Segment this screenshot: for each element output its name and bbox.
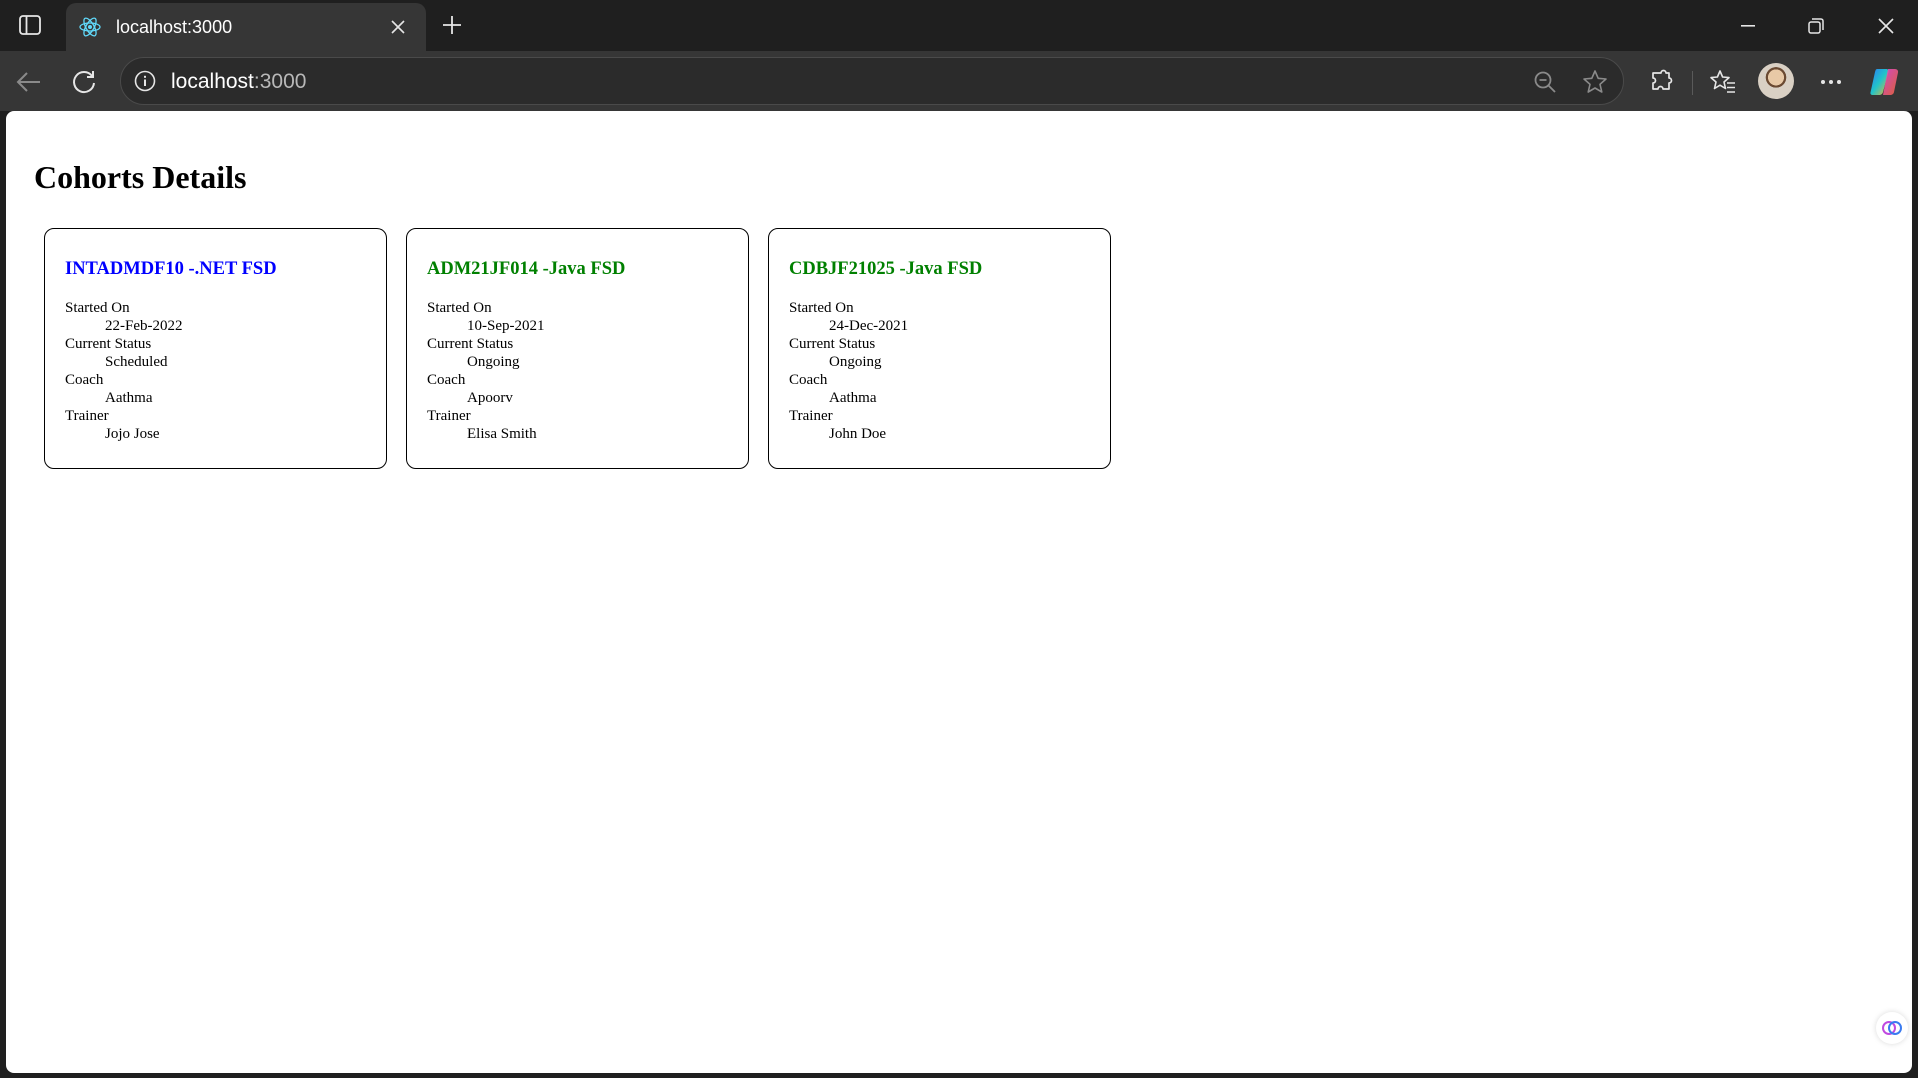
restore-button[interactable] — [1788, 0, 1844, 51]
trainer-label: Trainer — [65, 408, 109, 424]
copilot-icon[interactable] — [1868, 65, 1902, 99]
back-icon[interactable] — [12, 65, 46, 99]
window-close-button[interactable] — [1858, 0, 1914, 51]
cohort-card: ADM21JF014 -Java FSD Started On 10-Sep-2… — [406, 228, 749, 469]
url-port: :3000 — [253, 70, 307, 93]
current-status-label: Current Status — [789, 336, 876, 352]
reload-icon[interactable] — [67, 65, 101, 99]
current-status-value: Scheduled — [105, 354, 168, 370]
current-status-value: Ongoing — [829, 354, 882, 370]
coach-label: Coach — [65, 372, 104, 388]
favorite-star-icon[interactable] — [1581, 68, 1609, 96]
react-icon — [78, 15, 102, 39]
page-title: Cohorts Details — [34, 159, 247, 195]
current-status-value: Ongoing — [467, 354, 520, 370]
extensions-icon[interactable] — [1645, 65, 1679, 99]
tab-title: localhost:3000 — [116, 17, 233, 37]
trainer-value: Jojo Jose — [105, 426, 160, 442]
coach-value: Apoorv — [467, 390, 513, 406]
address-bar[interactable]: localhost:3000 — [120, 57, 1624, 105]
cohort-details: Started On 22-Feb-2022 Current Status Sc… — [65, 299, 183, 443]
favorites-icon[interactable] — [1706, 65, 1740, 99]
new-tab-button[interactable] — [436, 9, 468, 41]
trainer-value: John Doe — [829, 426, 887, 442]
browser-toolbar: localhost:3000 — [0, 51, 1918, 111]
zoom-out-icon[interactable] — [1531, 68, 1559, 96]
browser-assistant-icon[interactable] — [1876, 1012, 1908, 1044]
started-on-value: 24-Dec-2021 — [829, 318, 909, 334]
more-options-icon[interactable] — [1814, 65, 1848, 99]
cohort-card: CDBJF21025 -Java FSD Started On 24-Dec-2… — [768, 228, 1111, 469]
url-text[interactable]: localhost:3000 — [171, 69, 306, 95]
site-info-icon[interactable] — [132, 68, 158, 94]
cohort-card: INTADMDF10 -.NET FSD Started On 22-Feb-2… — [44, 228, 387, 469]
page-viewport: Cohorts Details INTADMDF10 -.NET FSD Sta… — [6, 111, 1912, 1073]
cohort-details: Started On 10-Sep-2021 Current Status On… — [427, 299, 545, 443]
cohort-name: ADM21JF014 -Java FSD — [427, 259, 626, 279]
trainer-label: Trainer — [427, 408, 471, 424]
close-icon[interactable] — [384, 13, 412, 41]
cohort-details: Started On 24-Dec-2021 Current Status On… — [789, 299, 908, 443]
started-on-label: Started On — [789, 300, 854, 316]
cohort-name: CDBJF21025 -Java FSD — [789, 259, 983, 279]
started-on-value: 10-Sep-2021 — [467, 318, 545, 334]
trainer-label: Trainer — [789, 408, 833, 424]
tab-strip: localhost:3000 — [0, 0, 1918, 51]
coach-value: Aathma — [105, 390, 153, 406]
tab-actions-icon[interactable] — [14, 11, 46, 39]
trainer-value: Elisa Smith — [467, 426, 537, 442]
coach-label: Coach — [427, 372, 466, 388]
coach-label: Coach — [789, 372, 828, 388]
started-on-label: Started On — [65, 300, 130, 316]
current-status-label: Current Status — [427, 336, 514, 352]
minimize-button[interactable] — [1720, 0, 1776, 51]
coach-value: Aathma — [829, 390, 877, 406]
toolbar-divider — [1692, 71, 1693, 95]
profile-avatar[interactable] — [1758, 63, 1794, 99]
url-host: localhost — [171, 70, 254, 93]
cohort-name: INTADMDF10 -.NET FSD — [65, 259, 277, 279]
active-tab[interactable]: localhost:3000 — [66, 3, 426, 51]
started-on-label: Started On — [427, 300, 492, 316]
started-on-value: 22-Feb-2022 — [105, 318, 183, 334]
current-status-label: Current Status — [65, 336, 152, 352]
